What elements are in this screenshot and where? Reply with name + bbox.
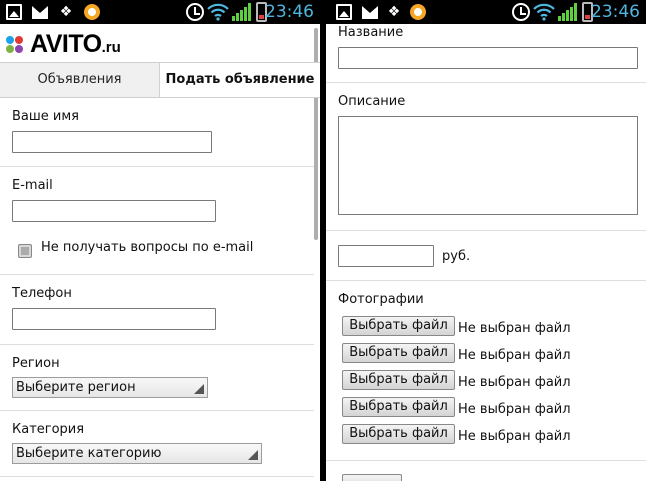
divider	[0, 344, 314, 345]
choose-file-button[interactable]: Выбрать файл	[342, 424, 455, 444]
file-status: Не выбран файл	[458, 348, 571, 363]
logo-dots-icon	[6, 36, 28, 54]
mail-icon	[32, 6, 48, 19]
status-bar: ❖ 23:46	[326, 0, 646, 24]
name-label: Ваше имя	[12, 109, 79, 124]
title-field[interactable]	[338, 47, 638, 69]
dropbox-icon: ❖	[59, 4, 73, 20]
divider	[326, 230, 646, 231]
region-select[interactable]: Выберите регион	[12, 377, 208, 398]
screen-right: ❖ 23:46 Название Описание руб. Фотографи…	[326, 0, 646, 481]
choose-file-button[interactable]: Выбрать файл	[342, 343, 455, 363]
screen-left: ❖ 23:46 AVITO.ru Объявления Подать объяв…	[0, 0, 320, 481]
divider	[326, 460, 646, 461]
email-field[interactable]	[12, 200, 216, 222]
app-icon	[84, 4, 100, 20]
choose-file-button[interactable]: Выбрать файл	[342, 397, 455, 417]
price-field[interactable]	[338, 245, 434, 267]
wifi-icon	[533, 3, 555, 21]
divider	[0, 410, 314, 411]
alarm-icon	[186, 3, 204, 21]
region-select-value: Выберите регион	[16, 380, 136, 395]
phone-label: Телефон	[12, 286, 72, 301]
gallery-icon	[6, 4, 22, 20]
divider	[326, 82, 646, 83]
category-label: Категория	[12, 422, 85, 437]
scrollbar[interactable]	[314, 28, 318, 240]
dropdown-arrow-icon	[248, 450, 258, 460]
divider	[0, 476, 314, 477]
title-label: Название	[338, 25, 404, 40]
submit-button[interactable]	[342, 474, 402, 481]
wifi-icon	[207, 3, 229, 21]
name-field[interactable]	[12, 131, 212, 153]
category-select-value: Выберите категорию	[16, 446, 162, 461]
email-label: E-mail	[12, 178, 53, 193]
file-status: Не выбран файл	[458, 429, 571, 444]
dropbox-icon: ❖	[387, 4, 401, 20]
phone-field[interactable]	[12, 308, 216, 330]
status-clock: 23:46	[265, 2, 314, 22]
choose-file-button[interactable]: Выбрать файл	[342, 370, 455, 390]
tab-post-ad[interactable]: Подать объявление	[160, 63, 320, 97]
no-questions-checkbox[interactable]	[18, 244, 32, 258]
tab-bar: Объявления Подать объявление	[0, 62, 320, 98]
description-textarea[interactable]	[338, 116, 638, 215]
file-status: Не выбран файл	[458, 402, 571, 417]
no-questions-label: Не получать вопросы по e-mail	[41, 240, 254, 255]
app-icon	[410, 4, 426, 20]
dropdown-arrow-icon	[194, 384, 204, 394]
region-label: Регион	[12, 356, 60, 371]
divider	[0, 274, 314, 275]
logo-text: AVITO.ru	[30, 30, 121, 58]
file-status: Не выбран файл	[458, 375, 571, 390]
signal-icon	[232, 3, 252, 21]
divider	[326, 280, 646, 281]
gallery-icon	[336, 4, 352, 20]
divider	[0, 166, 314, 167]
mail-icon	[362, 6, 378, 19]
choose-file-button[interactable]: Выбрать файл	[342, 316, 455, 336]
status-bar: ❖ 23:46	[0, 0, 320, 24]
price-unit-label: руб.	[442, 249, 471, 264]
category-select[interactable]: Выберите категорию	[12, 443, 262, 464]
photos-label: Фотографии	[338, 292, 424, 307]
tab-listings[interactable]: Объявления	[0, 63, 160, 97]
alarm-icon	[512, 3, 530, 21]
status-clock: 23:46	[591, 2, 640, 22]
description-label: Описание	[338, 94, 406, 109]
file-status: Не выбран файл	[458, 321, 571, 336]
signal-icon	[558, 3, 578, 21]
